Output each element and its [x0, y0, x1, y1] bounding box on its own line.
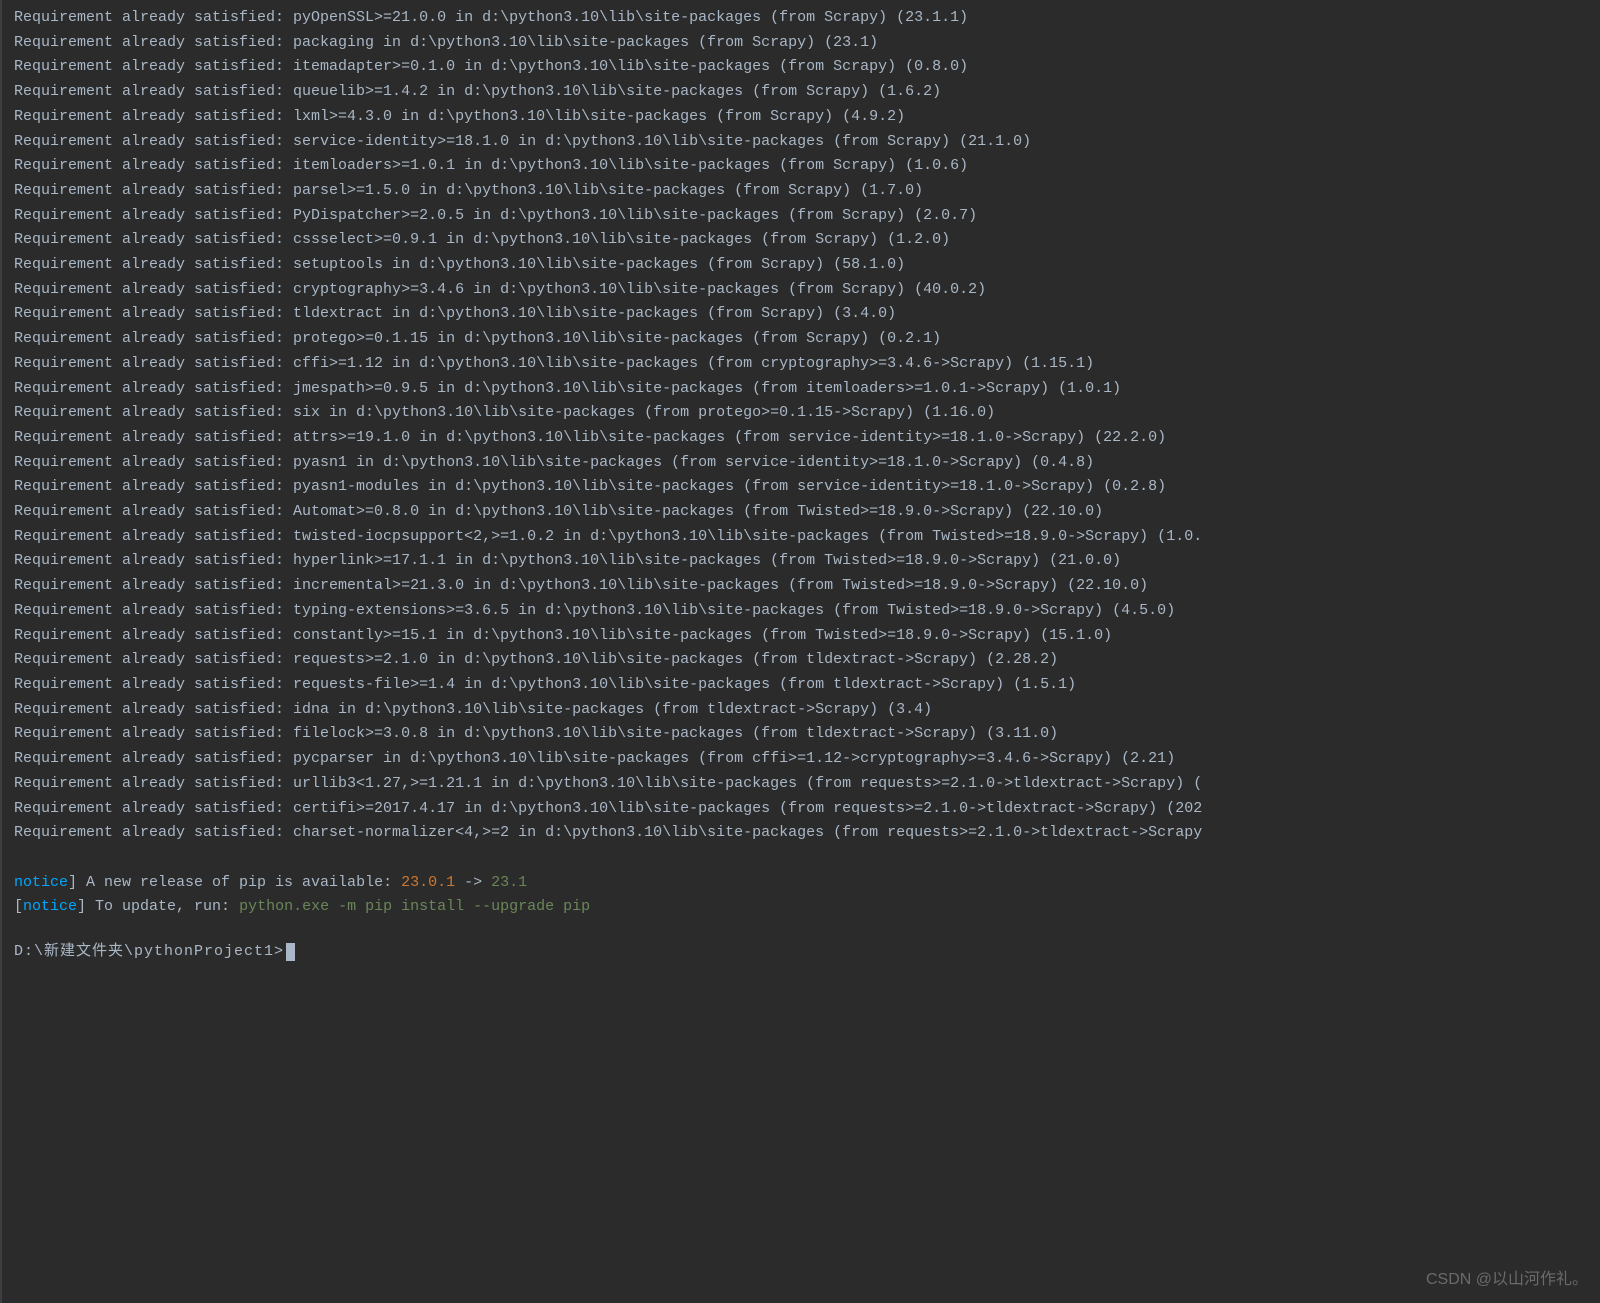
- requirement-line: Requirement already satisfied: constantl…: [14, 624, 1600, 649]
- requirement-line: Requirement already satisfied: queuelib>…: [14, 80, 1600, 105]
- requirement-line: Requirement already satisfied: pyOpenSSL…: [14, 6, 1600, 31]
- requirement-line: Requirement already satisfied: pyasn1 in…: [14, 451, 1600, 476]
- requirement-line: Requirement already satisfied: requests-…: [14, 673, 1600, 698]
- requirement-line: Requirement already satisfied: pyasn1-mo…: [14, 475, 1600, 500]
- requirement-line: Requirement already satisfied: increment…: [14, 574, 1600, 599]
- requirement-line: Requirement already satisfied: certifi>=…: [14, 797, 1600, 822]
- requirement-line: Requirement already satisfied: typing-ex…: [14, 599, 1600, 624]
- requirement-line: Requirement already satisfied: itemadapt…: [14, 55, 1600, 80]
- requirement-line: Requirement already satisfied: jmespath>…: [14, 377, 1600, 402]
- requirement-line: Requirement already satisfied: pycparser…: [14, 747, 1600, 772]
- pip-notice-update-command: [notice] To update, run: python.exe -m p…: [14, 895, 1600, 920]
- requirement-line: Requirement already satisfied: twisted-i…: [14, 525, 1600, 550]
- watermark: CSDN @以山河作礼。: [1426, 1268, 1588, 1293]
- requirement-line: Requirement already satisfied: requests>…: [14, 648, 1600, 673]
- requirement-line: Requirement already satisfied: cryptogra…: [14, 278, 1600, 303]
- requirement-line: Requirement already satisfied: parsel>=1…: [14, 179, 1600, 204]
- requirement-line: Requirement already satisfied: protego>=…: [14, 327, 1600, 352]
- old-version: 23.0.1: [401, 874, 455, 891]
- pip-notice-update-available: notice] A new release of pip is availabl…: [14, 871, 1600, 896]
- requirement-line: Requirement already satisfied: filelock>…: [14, 722, 1600, 747]
- requirement-line: Requirement already satisfied: setuptool…: [14, 253, 1600, 278]
- notice-label: notice: [23, 898, 77, 915]
- cursor-icon: [286, 943, 295, 961]
- requirement-line: Requirement already satisfied: hyperlink…: [14, 549, 1600, 574]
- requirement-line: Requirement already satisfied: urllib3<1…: [14, 772, 1600, 797]
- requirement-line: Requirement already satisfied: six in d:…: [14, 401, 1600, 426]
- notice-label: notice: [14, 874, 68, 891]
- requirement-line: Requirement already satisfied: cffi>=1.1…: [14, 352, 1600, 377]
- requirement-line: Requirement already satisfied: lxml>=4.3…: [14, 105, 1600, 130]
- requirement-line: Requirement already satisfied: attrs>=19…: [14, 426, 1600, 451]
- new-version: 23.1: [491, 874, 527, 891]
- requirement-line: Requirement already satisfied: PyDispatc…: [14, 204, 1600, 229]
- requirement-line: Requirement already satisfied: Automat>=…: [14, 500, 1600, 525]
- requirement-line: Requirement already satisfied: service-i…: [14, 130, 1600, 155]
- upgrade-command: python.exe -m pip install --upgrade pip: [239, 898, 590, 915]
- requirement-line: Requirement already satisfied: idna in d…: [14, 698, 1600, 723]
- requirement-line: Requirement already satisfied: cssselect…: [14, 228, 1600, 253]
- requirement-line: Requirement already satisfied: packaging…: [14, 31, 1600, 56]
- requirement-line: Requirement already satisfied: itemloade…: [14, 154, 1600, 179]
- requirement-line: Requirement already satisfied: tldextrac…: [14, 302, 1600, 327]
- terminal-output[interactable]: Requirement already satisfied: pyOpenSSL…: [14, 6, 1600, 846]
- requirement-line: Requirement already satisfied: charset-n…: [14, 821, 1600, 846]
- command-prompt[interactable]: D:\新建文件夹\pythonProject1>: [14, 940, 1600, 965]
- prompt-path: D:\新建文件夹\pythonProject1>: [14, 940, 284, 965]
- blank-line: [14, 846, 1600, 871]
